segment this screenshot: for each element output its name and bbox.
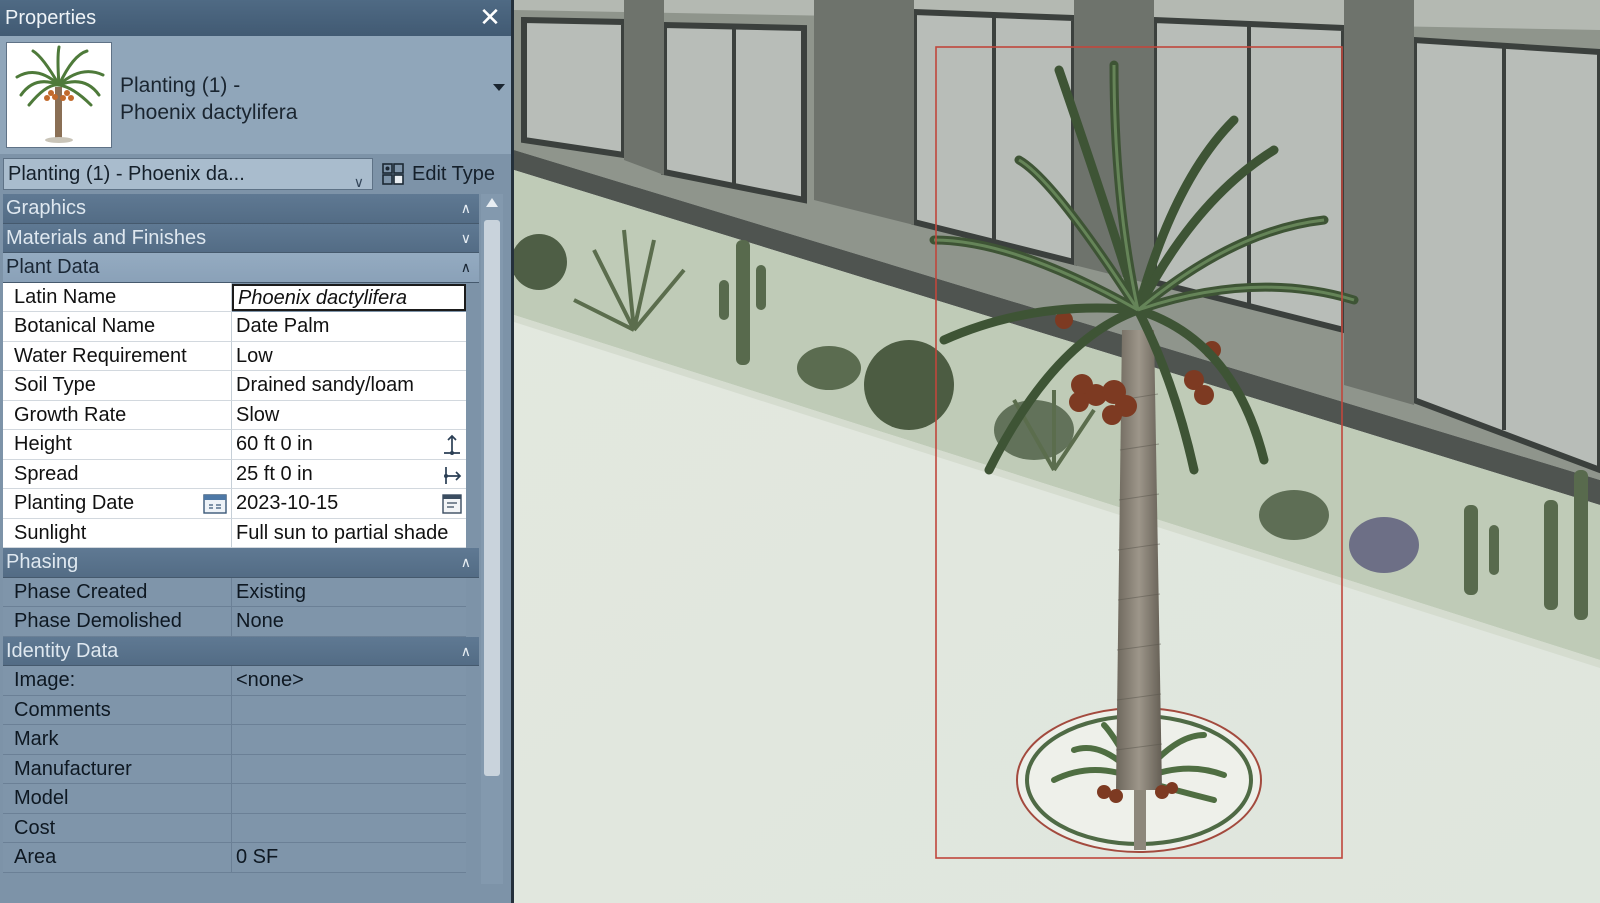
property-label: Planting Date: [3, 489, 232, 519]
collapse-chevron-icon[interactable]: ∨: [461, 224, 471, 253]
property-label: Height: [3, 430, 232, 460]
collapse-chevron-icon[interactable]: ∧: [461, 548, 471, 577]
property-label: Cost: [3, 813, 232, 843]
property-value[interactable]: [232, 725, 466, 755]
group-phasing[interactable]: Phasing ∧: [3, 548, 479, 578]
edit-type-button[interactable]: Edit Type: [380, 158, 506, 190]
property-value[interactable]: [232, 813, 466, 843]
property-row-phase-demolished[interactable]: Phase Demolished None: [3, 607, 479, 637]
type-family-line-2: Phoenix dactylifera: [120, 101, 298, 124]
property-row-latin-name[interactable]: Latin Name Phoenix dactylifera: [3, 282, 479, 312]
property-row-sunlight[interactable]: Sunlight Full sun to partial shade: [3, 518, 479, 548]
type-family-line-1: Planting (1) -: [120, 74, 241, 97]
collapse-chevron-icon[interactable]: ∧: [461, 253, 471, 282]
property-row-height[interactable]: Height 60 ft 0 in: [3, 430, 479, 460]
properties-title-bar[interactable]: Properties ✕: [0, 0, 511, 36]
chevron-down-icon[interactable]: [493, 84, 505, 91]
property-row-comments[interactable]: Comments: [3, 695, 479, 725]
property-label: Sunlight: [3, 518, 232, 548]
property-label: Phase Demolished: [3, 607, 232, 637]
properties-panel: Properties ✕ Planting (1) - Phoenix dact…: [0, 0, 514, 903]
latin-name-input[interactable]: Phoenix dactylifera: [232, 283, 466, 311]
type-family-name: Planting (1) - Phoenix dactylifera: [120, 72, 297, 126]
property-value[interactable]: Drained sandy/loam: [232, 371, 466, 401]
property-value[interactable]: 0 SF: [232, 843, 466, 873]
viewport-scene: [514, 0, 1600, 903]
property-label: Latin Name: [3, 282, 232, 312]
property-value[interactable]: [232, 754, 466, 784]
property-label: Phase Created: [3, 577, 232, 607]
horizontal-dimension-icon[interactable]: [441, 464, 463, 486]
type-selector-dropdown[interactable]: Planting (1) - Phoenix da... ∨: [3, 158, 373, 190]
group-label: Phasing: [6, 551, 79, 573]
collapse-chevron-icon[interactable]: ∧: [461, 194, 471, 223]
property-row-phase-created[interactable]: Phase Created Existing: [3, 577, 479, 607]
property-label: Spread: [3, 459, 232, 489]
scroll-up-arrow-icon[interactable]: [486, 198, 498, 207]
type-selector-value: Planting (1) - Phoenix da...: [8, 163, 245, 185]
group-label: Identity Data: [6, 639, 119, 662]
group-label: Plant Data: [6, 256, 100, 278]
close-icon[interactable]: ✕: [477, 3, 503, 31]
property-label: Soil Type: [3, 371, 232, 401]
instance-selector-row: Planting (1) - Phoenix da... ∨ Edit Type: [0, 156, 511, 192]
property-row-image[interactable]: Image: <none>: [3, 666, 479, 696]
property-value[interactable]: 25 ft 0 in: [232, 459, 466, 489]
vertical-dimension-icon[interactable]: [441, 434, 463, 456]
property-value[interactable]: None: [232, 607, 466, 637]
property-label: Water Requirement: [3, 341, 232, 371]
property-label: Area: [3, 843, 232, 873]
property-row-mark[interactable]: Mark: [3, 725, 479, 755]
properties-scrollbar[interactable]: [481, 194, 503, 884]
property-row-area[interactable]: Area 0 SF: [3, 843, 479, 873]
chevron-down-icon[interactable]: ∨: [354, 167, 364, 197]
property-label: Botanical Name: [3, 312, 232, 342]
property-label: Manufacturer: [3, 754, 232, 784]
property-label: Model: [3, 784, 232, 814]
type-header[interactable]: Planting (1) - Phoenix dactylifera: [0, 36, 511, 154]
group-label: Graphics: [6, 197, 87, 219]
property-value[interactable]: 2023-10-15: [232, 489, 466, 519]
property-label: Growth Rate: [3, 400, 232, 430]
property-value[interactable]: <none>: [232, 666, 466, 696]
property-value[interactable]: Existing: [232, 577, 466, 607]
property-value[interactable]: Date Palm: [232, 312, 466, 342]
property-label: Comments: [3, 695, 232, 725]
panel-title: Properties: [5, 7, 97, 29]
group-label: Materials and Finishes: [6, 226, 207, 249]
group-materials-and-finishes[interactable]: Materials and Finishes ∨: [3, 223, 479, 253]
property-row-planting-date[interactable]: Planting Date 2023-10-15: [3, 489, 479, 519]
edit-type-label: Edit Type: [412, 163, 496, 185]
group-plant-data[interactable]: Plant Data ∧: [3, 253, 479, 283]
calendar-icon[interactable]: [203, 493, 227, 515]
property-value[interactable]: Slow: [232, 400, 466, 430]
property-label: Image:: [3, 666, 232, 696]
property-value[interactable]: Low: [232, 341, 466, 371]
property-row-botanical-name[interactable]: Botanical Name Date Palm: [3, 312, 479, 342]
edit-type-icon: [382, 163, 404, 185]
property-value[interactable]: [232, 695, 466, 725]
property-value[interactable]: 60 ft 0 in: [232, 430, 466, 460]
collapse-chevron-icon[interactable]: ∧: [461, 637, 471, 666]
property-row-model[interactable]: Model: [3, 784, 479, 814]
property-label: Mark: [3, 725, 232, 755]
property-row-growth-rate[interactable]: Growth Rate Slow: [3, 400, 479, 430]
properties-grid: Graphics ∧ Materials and Finishes ∨ Plan…: [3, 194, 479, 873]
3d-viewport[interactable]: [514, 0, 1600, 903]
property-row-water-requirement[interactable]: Water Requirement Low: [3, 341, 479, 371]
scrollbar-thumb[interactable]: [484, 220, 500, 776]
property-row-cost[interactable]: Cost: [3, 813, 479, 843]
calendar-icon[interactable]: [441, 493, 463, 515]
property-row-manufacturer[interactable]: Manufacturer: [3, 754, 479, 784]
property-row-soil-type[interactable]: Soil Type Drained sandy/loam: [3, 371, 479, 401]
property-value[interactable]: Full sun to partial shade: [232, 518, 466, 548]
group-identity-data[interactable]: Identity Data ∧: [3, 636, 479, 666]
group-graphics[interactable]: Graphics ∧: [3, 194, 479, 224]
property-row-spread[interactable]: Spread 25 ft 0 in: [3, 459, 479, 489]
palm-thumbnail-image: [6, 42, 112, 148]
property-value[interactable]: [232, 784, 466, 814]
